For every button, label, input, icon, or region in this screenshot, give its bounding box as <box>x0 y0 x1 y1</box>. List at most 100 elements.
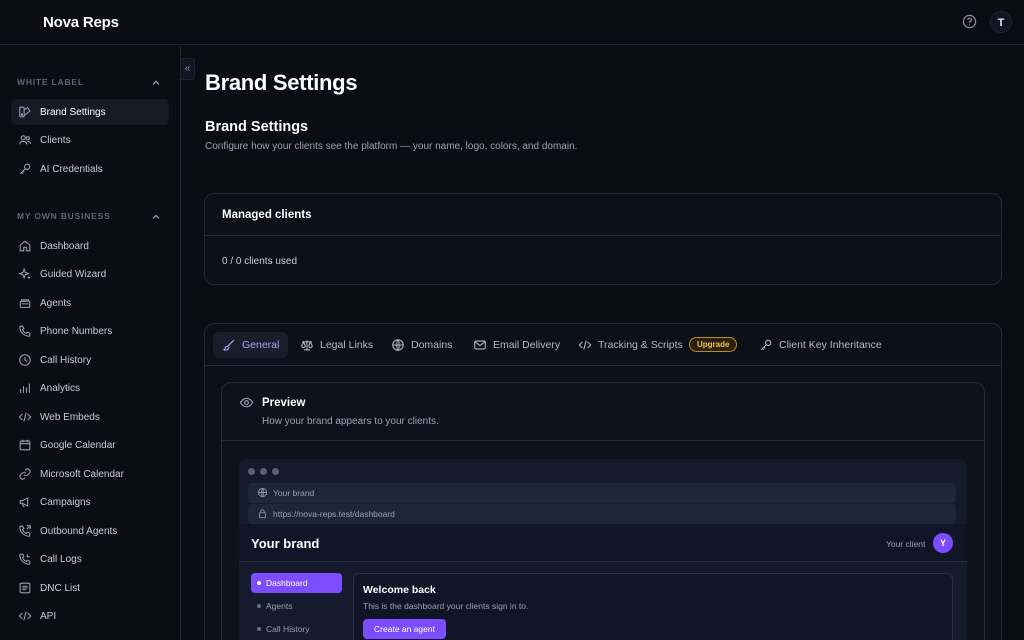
sidebar-item-label: Web Embeds <box>40 412 100 423</box>
tab-label: Legal Links <box>320 339 374 351</box>
users-icon <box>18 133 32 147</box>
preview-title: Preview <box>262 397 306 409</box>
brush-icon <box>222 338 236 352</box>
main-content: Brand Settings Brand Settings Configure … <box>182 46 1024 640</box>
preview-nav-agents: Agents <box>251 596 342 616</box>
sidebar-item-dashboard[interactable]: Dashboard <box>11 233 169 259</box>
browser-tab-title: Your brand <box>273 488 315 498</box>
tab-bar: General Legal Links Domains Email Delive… <box>205 324 1001 366</box>
home-icon <box>18 239 32 253</box>
sidebar-item-label: Dashboard <box>40 241 89 252</box>
upgrade-badge[interactable]: Upgrade <box>689 337 738 352</box>
tab-legal-links[interactable]: Legal Links <box>291 332 380 358</box>
preview-welcome-subtitle: This is the dashboard your clients sign … <box>363 601 529 611</box>
sidebar-item-web-embeds[interactable]: Web Embeds <box>11 404 169 430</box>
section-label: WHITE LABEL <box>17 77 84 87</box>
tab-email-delivery[interactable]: Email Delivery <box>464 332 566 358</box>
user-avatar[interactable]: T <box>990 11 1012 33</box>
calendar-icon <box>18 438 32 452</box>
page-title: Brand Settings <box>205 70 358 95</box>
tab-label: Client Key Inheritance <box>779 339 882 351</box>
browser-url-bar: https://nova-reps.test/dashboard <box>248 504 956 524</box>
app-logo[interactable]: Nova Reps <box>43 14 119 31</box>
preview-nav-call-history: Call History <box>251 619 342 639</box>
key-icon <box>759 338 773 352</box>
tab-tracking-scripts[interactable]: Tracking & Scripts Upgrade <box>569 332 747 358</box>
sidebar-item-label: DNC List <box>40 583 81 594</box>
sidebar: WHITE LABEL Brand Settings Clients AI Cr… <box>0 46 181 640</box>
tab-label: Tracking & Scripts <box>598 339 683 351</box>
brand-settings-tabs-card: General Legal Links Domains Email Delive… <box>204 323 1002 640</box>
tab-label: Email Delivery <box>493 339 561 351</box>
tab-label: General <box>242 339 280 351</box>
lock-icon <box>257 508 268 519</box>
megaphone-icon <box>18 495 32 509</box>
preview-nav-dashboard: Dashboard <box>251 573 342 593</box>
sidebar-item-google-calendar[interactable]: Google Calendar <box>11 432 169 458</box>
sidebar-item-label: Analytics <box>40 383 81 394</box>
sidebar-item-phone-numbers[interactable]: Phone Numbers <box>11 318 169 344</box>
chevron-up-icon[interactable] <box>151 78 161 88</box>
sidebar-item-microsoft-calendar[interactable]: Microsoft Calendar <box>11 461 169 487</box>
sidebar-item-outbound-agents[interactable]: Outbound Agents <box>11 518 169 544</box>
preview-welcome-card: Welcome back This is the dashboard your … <box>353 573 953 640</box>
bullet <box>257 581 261 585</box>
tab-client-key-inheritance[interactable]: Client Key Inheritance <box>750 332 890 358</box>
sidebar-item-brand-settings[interactable]: Brand Settings <box>11 99 169 125</box>
sidebar-item-label: Phone Numbers <box>40 326 113 337</box>
browser-url: https://nova-reps.test/dashboard <box>273 509 395 519</box>
bullet <box>257 604 261 608</box>
clients-usage: 0 / 0 clients used <box>222 256 298 267</box>
window-dot <box>248 468 255 475</box>
sidebar-item-call-logs[interactable]: Call Logs <box>11 546 169 572</box>
sidebar-item-analytics[interactable]: Analytics <box>11 375 169 401</box>
preview-app-header: Your brand Your client Y <box>239 524 967 562</box>
preview-nav-label: Agents <box>266 601 293 611</box>
divider <box>222 440 984 441</box>
sidebar-item-label: Microsoft Calendar <box>40 469 124 480</box>
chevron-up-icon[interactable] <box>151 212 161 222</box>
preview-create-agent-button: Create an agent <box>363 619 446 639</box>
sidebar-item-label: Agents <box>40 298 72 309</box>
phone-icon <box>18 324 32 338</box>
sidebar-item-label: Campaigns <box>40 497 91 508</box>
bullet <box>257 627 261 631</box>
browser-mockup: Your brand https://nova-reps.test/dashbo… <box>239 459 967 640</box>
code-icon <box>578 338 592 352</box>
tab-domains[interactable]: Domains <box>382 332 459 358</box>
section-white-label[interactable]: WHITE LABEL <box>17 77 167 91</box>
sidebar-item-label: Guided Wizard <box>40 269 107 280</box>
preview-nav-label: Call History <box>266 624 310 634</box>
scale-icon <box>300 338 314 352</box>
sparkle-icon <box>18 267 32 281</box>
sidebar-item-call-history[interactable]: Call History <box>11 347 169 373</box>
sidebar-item-agents[interactable]: Agents <box>11 290 169 316</box>
sidebar-item-dnc-list[interactable]: DNC List <box>11 575 169 601</box>
sidebar-item-label: Clients <box>40 135 71 146</box>
section-title: Brand Settings <box>205 119 309 135</box>
section-subtitle: Configure how your clients see the platf… <box>205 141 578 152</box>
sidebar-item-api[interactable]: API <box>11 603 169 629</box>
managed-clients-card: Managed clients 0 / 0 clients used <box>204 193 1002 285</box>
sidebar-item-label: Call Logs <box>40 554 82 565</box>
sidebar-item-ai-credentials[interactable]: AI Credentials <box>11 156 169 182</box>
sidebar-item-label: Google Calendar <box>40 440 116 451</box>
sidebar-item-label: API <box>40 611 57 622</box>
section-label: MY OWN BUSINESS <box>17 211 111 221</box>
sidebar-item-clients[interactable]: Clients <box>11 127 169 153</box>
preview-client-avatar: Y <box>933 533 953 553</box>
clock-icon <box>18 353 32 367</box>
preview-welcome-title: Welcome back <box>363 584 436 596</box>
sidebar-item-campaigns[interactable]: Campaigns <box>11 489 169 515</box>
globe-icon <box>257 487 268 498</box>
sidebar-item-guided-wizard[interactable]: Guided Wizard <box>11 261 169 287</box>
section-my-own-business[interactable]: MY OWN BUSINESS <box>17 211 167 225</box>
preview-subtitle: How your brand appears to your clients. <box>262 416 439 427</box>
help-icon[interactable] <box>962 14 977 29</box>
top-bar: Nova Reps T <box>0 0 1024 45</box>
window-dot <box>260 468 267 475</box>
tab-general[interactable]: General <box>213 332 288 358</box>
key-icon <box>18 162 32 176</box>
sidebar-item-label: Outbound Agents <box>40 526 118 537</box>
tab-label: Domains <box>411 339 453 351</box>
